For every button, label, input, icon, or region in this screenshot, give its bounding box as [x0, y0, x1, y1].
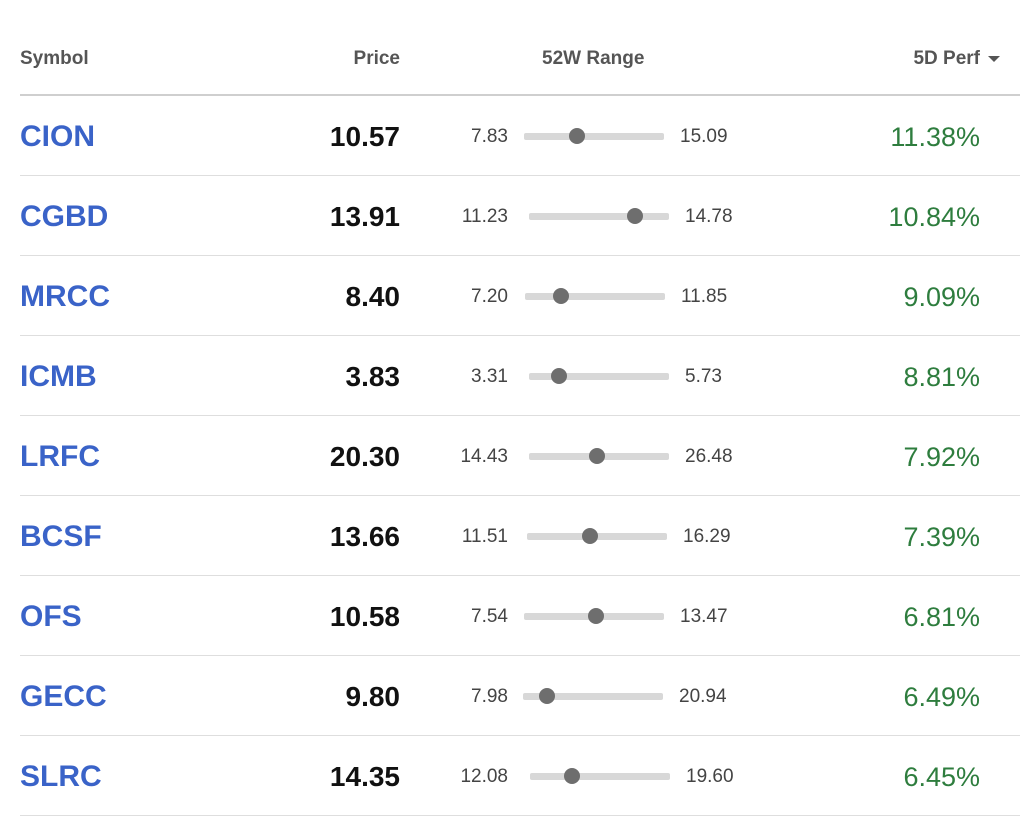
range-high-value: 14.78: [685, 206, 733, 227]
price-value: 10.58: [329, 601, 400, 632]
range-marker: [569, 128, 586, 144]
price-value: 14.35: [329, 761, 400, 792]
range-high-value: 20.94: [679, 686, 727, 707]
table-body: CION 10.57 7.83 15.09 11.38% CGBD 13.91 …: [20, 96, 1020, 816]
price-value: 13.66: [329, 521, 400, 552]
symbol-link[interactable]: CGBD: [20, 200, 108, 234]
perf-value: 9.09%: [903, 282, 980, 312]
column-header-52w-range[interactable]: 52W Range: [542, 48, 644, 70]
range-track: [524, 128, 664, 144]
range-low-value: 7.54: [471, 606, 508, 627]
symbol-link[interactable]: BCSF: [20, 520, 102, 554]
range-marker: [626, 208, 643, 224]
range-high-value: 13.47: [680, 606, 728, 627]
symbol-link[interactable]: SLRC: [20, 760, 102, 794]
range-track: [525, 288, 665, 304]
range-high-value: 5.73: [685, 366, 722, 387]
perf-value: 7.39%: [903, 522, 980, 552]
range-low-value: 7.20: [471, 286, 508, 307]
range-track: [524, 608, 664, 624]
price-value: 13.91: [329, 201, 400, 232]
table-row: CGBD 13.91 11.23 14.78 10.84%: [20, 176, 1020, 256]
range-high-value: 16.29: [683, 526, 731, 547]
perf-value: 11.38%: [890, 122, 980, 152]
perf-value: 6.45%: [903, 762, 980, 792]
column-header-symbol[interactable]: Symbol: [20, 48, 89, 70]
range-low-value: 7.83: [471, 126, 508, 147]
range-low-value: 3.31: [471, 366, 508, 387]
range-high-value: 26.48: [685, 446, 733, 467]
table-row: BCSF 13.66 11.51 16.29 7.39%: [20, 496, 1020, 576]
range-track: [529, 208, 669, 224]
range-marker: [589, 448, 606, 464]
range-low-value: 14.43: [460, 446, 508, 467]
range-marker: [553, 288, 570, 304]
table-header: Symbol Price 52W Range 5D Perf: [20, 0, 1020, 96]
symbol-link[interactable]: ICMB: [20, 360, 97, 394]
range-track: [523, 688, 663, 704]
range-low-value: 11.51: [461, 526, 508, 547]
range-low-value: 12.08: [460, 766, 508, 787]
range-low-value: 7.98: [471, 686, 508, 707]
range-marker: [587, 608, 604, 624]
range-high-value: 11.85: [681, 286, 728, 307]
range-track: [527, 528, 667, 544]
sort-descending-icon: [988, 56, 1000, 62]
table-row: LRFC 20.30 14.43 26.48 7.92%: [20, 416, 1020, 496]
symbol-link[interactable]: CION: [20, 120, 95, 154]
table-row: MRCC 8.40 7.20 11.85 9.09%: [20, 256, 1020, 336]
symbol-link[interactable]: GECC: [20, 680, 107, 714]
range-track: [529, 448, 669, 464]
table-row: ICMB 3.83 3.31 5.73 8.81%: [20, 336, 1020, 416]
stock-table: Symbol Price 52W Range 5D Perf CION 10.5…: [20, 0, 1020, 816]
table-row: SLRC 14.35 12.08 19.60 6.45%: [20, 736, 1020, 816]
perf-value: 6.81%: [903, 602, 980, 632]
price-value: 10.57: [329, 121, 400, 152]
range-high-value: 19.60: [686, 766, 734, 787]
perf-value: 7.92%: [903, 442, 980, 472]
symbol-link[interactable]: MRCC: [20, 280, 110, 314]
table-row: OFS 10.58 7.54 13.47 6.81%: [20, 576, 1020, 656]
range-track: [530, 768, 670, 784]
range-marker: [582, 528, 598, 544]
range-marker: [564, 768, 581, 784]
table-row: CION 10.57 7.83 15.09 11.38%: [20, 96, 1020, 176]
range-high-value: 15.09: [680, 126, 728, 147]
range-marker: [551, 368, 568, 384]
column-header-price[interactable]: Price: [354, 48, 400, 70]
price-value: 8.40: [345, 281, 401, 312]
range-low-value: 11.23: [461, 206, 508, 227]
symbol-link[interactable]: OFS: [20, 600, 82, 634]
perf-value: 10.84%: [888, 202, 980, 232]
price-value: 3.83: [345, 361, 401, 392]
price-value: 20.30: [329, 441, 400, 472]
perf-value: 6.49%: [903, 682, 980, 712]
table-row: GECC 9.80 7.98 20.94 6.49%: [20, 656, 1020, 736]
perf-value: 8.81%: [903, 362, 980, 392]
range-track: [529, 368, 669, 384]
price-value: 9.80: [345, 681, 401, 712]
range-marker: [539, 688, 556, 704]
column-header-5d-perf-label: 5D Perf: [913, 48, 980, 69]
column-header-5d-perf[interactable]: 5D Perf: [913, 48, 1000, 70]
symbol-link[interactable]: LRFC: [20, 440, 100, 474]
